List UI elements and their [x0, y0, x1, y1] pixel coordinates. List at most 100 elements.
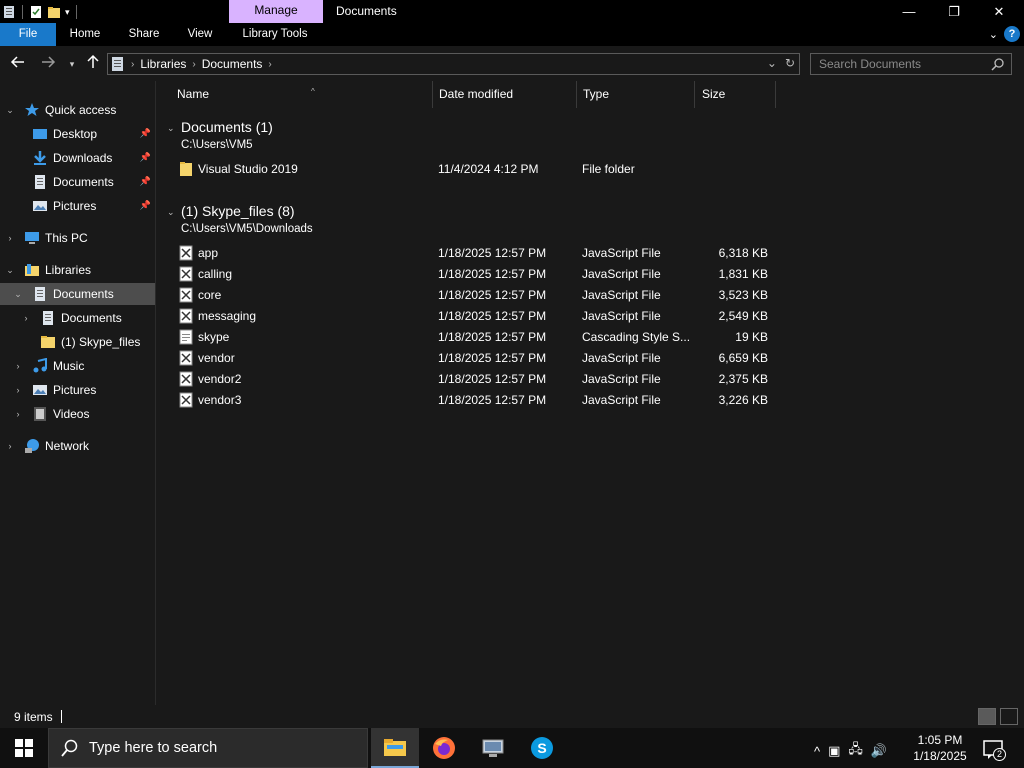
pin-icon[interactable]: 📌 — [140, 152, 151, 163]
tab-home[interactable]: Home — [62, 23, 108, 46]
table-row[interactable]: vendor 1/18/2025 12:57 PM JavaScript Fil… — [177, 348, 777, 369]
music-icon — [33, 358, 47, 373]
file-size: 2,375 KB — [718, 372, 768, 386]
chevron-right-icon[interactable]: › — [20, 313, 32, 323]
group-header[interactable]: (1) Skype_files (8) — [181, 203, 295, 219]
sidebar-item-network[interactable]: › Network — [0, 435, 155, 457]
table-row[interactable]: vendor2 1/18/2025 12:57 PM JavaScript Fi… — [177, 369, 777, 390]
up-button[interactable] — [83, 54, 103, 74]
group-header[interactable]: Documents (1) — [181, 119, 273, 135]
chevron-right-icon[interactable]: › — [12, 361, 24, 371]
network-status-icon[interactable]: 🖧 — [848, 740, 863, 762]
file-date: 1/18/2025 12:57 PM — [438, 351, 547, 365]
table-row[interactable]: core 1/18/2025 12:57 PM JavaScript File … — [177, 285, 777, 306]
forward-button[interactable] — [38, 54, 58, 74]
library-icon[interactable] — [2, 5, 16, 19]
refresh-icon[interactable]: ↻ — [785, 56, 795, 70]
sidebar-item-quick-access[interactable]: ⌄ Quick access — [0, 99, 155, 121]
file-date: 1/18/2025 12:57 PM — [438, 309, 547, 323]
chevron-down-icon[interactable]: ⌄ — [4, 105, 16, 116]
sidebar-item-downloads[interactable]: Downloads 📌 — [0, 147, 155, 169]
address-history-icon[interactable]: ⌄ — [767, 56, 777, 70]
window-title: Documents — [336, 4, 397, 18]
table-row[interactable]: Visual Studio 2019 11/4/2024 4:12 PM Fil… — [177, 159, 777, 180]
search-box[interactable] — [810, 53, 1012, 75]
minimize-button[interactable]: — — [886, 0, 932, 23]
chevron-down-icon[interactable]: ⌄ — [167, 207, 175, 218]
close-button[interactable]: ✕ — [976, 0, 1022, 23]
sidebar-item-documents-quick[interactable]: Documents 📌 — [0, 171, 155, 193]
customize-toolbar-icon[interactable]: ▾ — [65, 7, 70, 18]
column-header-date[interactable]: Date modified — [433, 81, 577, 108]
new-folder-icon[interactable] — [47, 5, 61, 19]
table-row[interactable]: vendor3 1/18/2025 12:57 PM JavaScript Fi… — [177, 390, 777, 411]
table-row[interactable]: app 1/18/2025 12:57 PM JavaScript File 6… — [177, 243, 777, 264]
sidebar-item-pictures-quick[interactable]: Pictures 📌 — [0, 195, 155, 217]
sidebar-item-label: Libraries — [45, 263, 92, 277]
chevron-right-icon[interactable]: › — [12, 409, 24, 419]
sidebar-item-label: Network — [45, 439, 90, 453]
sidebar-item-music[interactable]: › Music — [0, 355, 155, 377]
show-hidden-icons-icon[interactable]: ^ — [814, 744, 820, 759]
chevron-right-icon[interactable]: › — [4, 233, 16, 243]
back-arrow-icon — [10, 56, 24, 68]
pin-icon[interactable]: 📌 — [140, 176, 151, 187]
table-row[interactable]: messaging 1/18/2025 12:57 PM JavaScript … — [177, 306, 777, 327]
ribbon-controls: ⌄ ? — [989, 26, 1020, 42]
taskbar-firefox[interactable] — [420, 728, 468, 768]
breadcrumb-separator-icon[interactable]: › — [268, 59, 271, 70]
tab-file[interactable]: File — [0, 23, 56, 46]
help-button[interactable]: ? — [1004, 26, 1020, 42]
chevron-right-icon[interactable]: › — [12, 385, 24, 395]
table-row[interactable]: calling 1/18/2025 12:57 PM JavaScript Fi… — [177, 264, 777, 285]
volume-icon[interactable]: 🔊 — [871, 743, 887, 759]
breadcrumb-separator-icon[interactable]: › — [192, 59, 195, 70]
search-input[interactable] — [811, 54, 981, 74]
tab-library-tools[interactable]: Library Tools — [236, 23, 314, 46]
start-button[interactable] — [0, 728, 48, 768]
sidebar-item-documents-library[interactable]: ⌄ Documents — [0, 283, 155, 305]
sidebar-item-skype-files[interactable]: (1) Skype_files — [0, 331, 155, 353]
sort-ascending-icon: ^ — [311, 87, 315, 96]
table-row[interactable]: skype 1/18/2025 12:57 PM Cascading Style… — [177, 327, 777, 348]
group-path: C:\Users\VM5\Downloads — [181, 223, 313, 235]
maximize-button[interactable]: ❐ — [931, 0, 977, 23]
sidebar-item-libraries[interactable]: ⌄ Libraries — [0, 259, 155, 281]
tab-share[interactable]: Share — [122, 23, 166, 46]
column-header-name[interactable]: Name ^ — [171, 81, 433, 108]
chevron-down-icon[interactable]: ⌄ — [12, 289, 24, 300]
taskbar-file-explorer[interactable] — [371, 728, 419, 768]
properties-icon[interactable] — [29, 5, 43, 19]
column-header-size[interactable]: Size — [696, 81, 776, 108]
sidebar-item-this-pc[interactable]: › This PC — [0, 227, 155, 249]
sidebar-item-videos[interactable]: › Videos — [0, 403, 155, 425]
taskbar-search-box[interactable]: Type here to search — [48, 728, 368, 768]
file-size: 6,659 KB — [718, 351, 768, 365]
details-view-icon[interactable] — [978, 708, 996, 725]
pin-icon[interactable]: 📌 — [140, 200, 151, 211]
tab-manage[interactable]: Manage — [229, 0, 323, 23]
js-file-icon — [179, 392, 193, 408]
sidebar-item-pictures-library[interactable]: › Pictures — [0, 379, 155, 401]
back-button[interactable] — [8, 54, 28, 74]
taskbar-clock[interactable]: 1:05 PM 1/18/2025 — [905, 732, 975, 764]
recent-locations-button[interactable]: ▾ — [62, 54, 82, 74]
sidebar-item-desktop[interactable]: Desktop 📌 — [0, 123, 155, 145]
breadcrumb-separator-icon[interactable]: › — [131, 59, 134, 70]
large-icons-view-icon[interactable] — [1000, 708, 1018, 725]
breadcrumb-documents[interactable]: Documents — [202, 57, 263, 71]
taskbar-skype[interactable]: S — [518, 728, 566, 768]
tab-view[interactable]: View — [180, 23, 220, 46]
search-icon[interactable] — [991, 57, 1005, 71]
pin-icon[interactable]: 📌 — [140, 128, 151, 139]
breadcrumb-libraries[interactable]: Libraries — [140, 57, 186, 71]
security-alert-icon[interactable]: ▣ — [828, 743, 840, 759]
taskbar-remote-desktop[interactable] — [469, 728, 517, 768]
column-header-type[interactable]: Type — [577, 81, 695, 108]
sidebar-item-documents-folder[interactable]: › Documents — [0, 307, 155, 329]
expand-ribbon-icon[interactable]: ⌄ — [989, 28, 998, 41]
chevron-down-icon[interactable]: ⌄ — [4, 265, 16, 276]
chevron-right-icon[interactable]: › — [4, 441, 16, 451]
chevron-down-icon[interactable]: ⌄ — [167, 123, 175, 134]
address-bar[interactable]: › Libraries › Documents › ⌄ ↻ — [107, 53, 800, 75]
